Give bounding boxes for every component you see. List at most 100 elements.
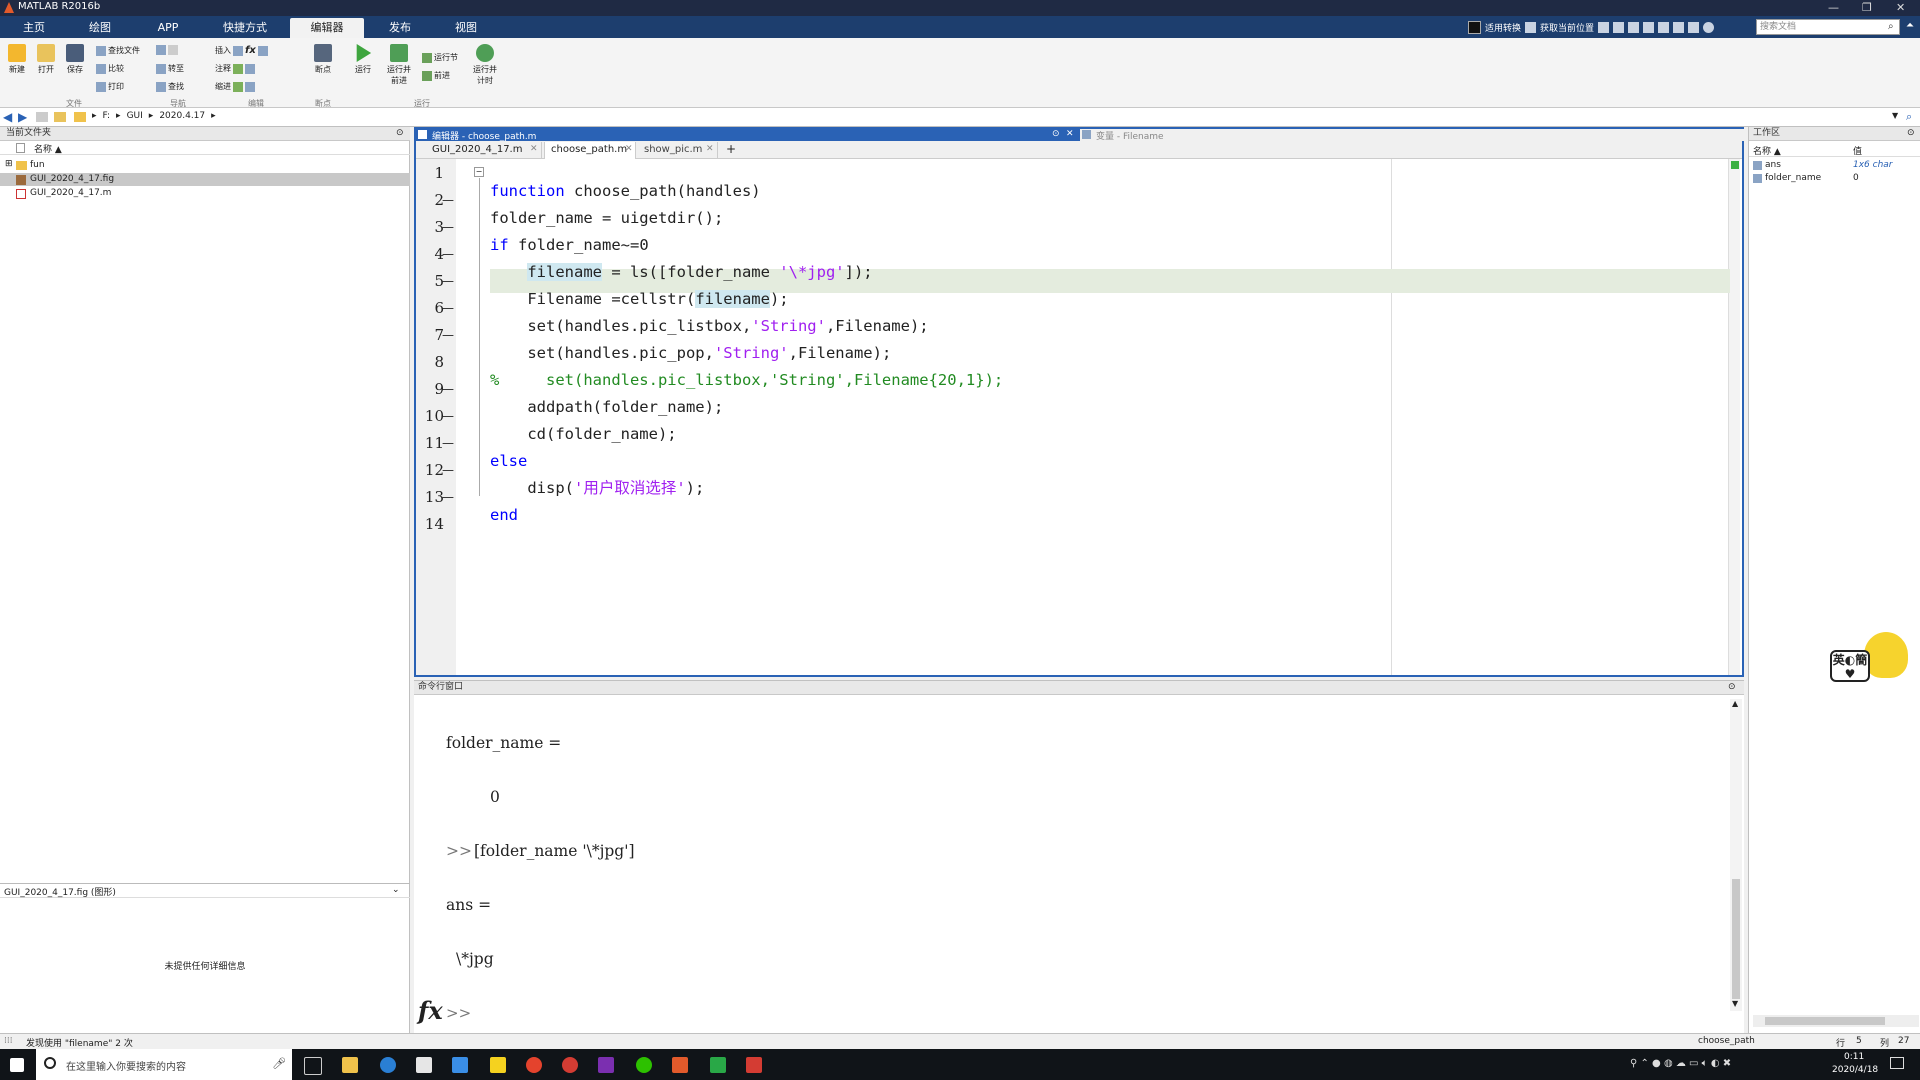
- breadcrumb-date-folder[interactable]: 2020.4.17: [159, 111, 205, 121]
- address-search-icon[interactable]: ⌕: [1906, 110, 1912, 124]
- save-button[interactable]: 保存: [64, 44, 86, 75]
- command-prompt[interactable]: >>: [446, 1004, 471, 1022]
- taskbar-search[interactable]: 在这里输入你要搜索的内容 🎤︎: [36, 1049, 292, 1080]
- find-button[interactable]: 查找: [156, 81, 184, 92]
- breakpoint-dash[interactable]: —: [442, 215, 454, 239]
- breakpoint-dash[interactable]: —: [442, 458, 454, 482]
- camtasia-icon[interactable]: [710, 1057, 726, 1073]
- workspace-name-column[interactable]: 名称 ▲: [1753, 144, 1781, 157]
- list-item[interactable]: GUI_2020_4_17.fig: [0, 173, 410, 186]
- file-item-fig[interactable]: GUI_2020_4_17.fig: [30, 174, 114, 184]
- breadcrumb-drive[interactable]: F:: [103, 111, 111, 121]
- variables-tab[interactable]: 变量 - Filename: [1080, 129, 1744, 142]
- run-button[interactable]: 运行: [352, 44, 374, 75]
- chrome-icon[interactable]: [526, 1057, 542, 1073]
- goto-button[interactable]: 转至: [156, 63, 184, 74]
- browse-icon[interactable]: [54, 112, 66, 122]
- editor-tab-choose-path[interactable]: choose_path.m ✕: [544, 142, 636, 159]
- table-row[interactable]: ans 1x6 char: [1749, 160, 1920, 172]
- save-icon[interactable]: [1613, 21, 1625, 33]
- back-forward-button[interactable]: [156, 45, 178, 55]
- edge-icon[interactable]: [380, 1057, 396, 1073]
- workspace-hscrollbar[interactable]: [1753, 1015, 1919, 1027]
- paste-icon[interactable]: [1643, 21, 1655, 33]
- details-selector[interactable]: GUI_2020_4_17.fig (图形) ⌄: [0, 883, 410, 898]
- comment-button[interactable]: 注释: [215, 63, 255, 74]
- notification-icon[interactable]: [1890, 1057, 1904, 1069]
- fx-icon[interactable]: fx: [418, 996, 443, 1025]
- scroll-thumb[interactable]: [1765, 1017, 1885, 1025]
- tab-close-icon[interactable]: ✕: [530, 144, 538, 154]
- address-dropdown-icon[interactable]: ▼: [1892, 111, 1898, 120]
- onenote-icon[interactable]: [598, 1057, 614, 1073]
- location-icon[interactable]: [1525, 21, 1537, 33]
- task-view-icon[interactable]: [304, 1057, 322, 1075]
- file-explorer-icon[interactable]: [342, 1057, 358, 1073]
- store-icon[interactable]: [416, 1057, 432, 1073]
- switch-windows-icon[interactable]: [1688, 21, 1700, 33]
- undo-icon[interactable]: [1658, 21, 1670, 33]
- breakpoint-dash[interactable]: —: [442, 188, 454, 212]
- panel-menu-icon[interactable]: ⊙: [1907, 128, 1915, 138]
- mail-icon[interactable]: [452, 1057, 468, 1073]
- tab-close-icon[interactable]: ✕: [706, 144, 714, 154]
- name-column-header[interactable]: 名称 ▲: [34, 142, 62, 155]
- breakpoint-dash[interactable]: —: [442, 296, 454, 320]
- open-button[interactable]: 打开: [35, 44, 57, 75]
- breakpoint-dash[interactable]: —: [442, 269, 454, 293]
- breakpoints-button[interactable]: 断点: [312, 44, 334, 75]
- wechat-icon[interactable]: [636, 1057, 652, 1073]
- folder-item-fun[interactable]: fun: [30, 160, 45, 170]
- code-fold-icon[interactable]: −: [474, 167, 484, 177]
- workspace-value-column[interactable]: 值: [1853, 144, 1862, 157]
- insert-button[interactable]: 插入 fx: [215, 45, 268, 56]
- breakpoint-dash[interactable]: —: [442, 323, 454, 347]
- close-button[interactable]: ✕: [1896, 1, 1905, 14]
- editor-menu-icon[interactable]: ⊙: [1052, 129, 1060, 139]
- netease-music-icon[interactable]: [562, 1057, 578, 1073]
- new-button[interactable]: 新建: [6, 44, 28, 75]
- run-and-time-button[interactable]: 运行并计时: [472, 44, 498, 86]
- compare-button[interactable]: 比较: [96, 63, 124, 74]
- scroll-up-icon[interactable]: ▲: [1732, 699, 1738, 708]
- editor-close-icon[interactable]: ✕: [1066, 129, 1074, 139]
- microphone-icon[interactable]: 🎤︎: [272, 1057, 286, 1070]
- print-button[interactable]: 打印: [96, 81, 124, 92]
- scroll-thumb[interactable]: [1732, 879, 1740, 999]
- run-section-button[interactable]: 运行节: [422, 52, 458, 63]
- code-area[interactable]: function choose_path(handles) folder_name…: [490, 161, 1390, 575]
- chevron-down-icon[interactable]: ⌄: [392, 885, 400, 895]
- up-folder-icon[interactable]: [36, 112, 48, 122]
- clock-time[interactable]: 0:11: [1844, 1052, 1864, 1062]
- tab-close-icon[interactable]: ✕: [625, 144, 633, 154]
- tab-plots[interactable]: 绘图: [76, 18, 124, 38]
- list-item[interactable]: ⊞ fun: [0, 159, 410, 172]
- copy-icon[interactable]: [1628, 21, 1640, 33]
- matlab-taskbar-icon[interactable]: [672, 1057, 688, 1073]
- breakpoint-dash[interactable]: —: [442, 431, 454, 455]
- forward-icon[interactable]: ▶: [18, 110, 27, 124]
- redo-icon[interactable]: [1673, 21, 1685, 33]
- breadcrumb-gui[interactable]: GUI: [127, 111, 143, 121]
- run-advance-button[interactable]: 运行并前进: [386, 44, 412, 86]
- windows-start-icon[interactable]: [10, 1058, 24, 1072]
- breakpoint-dash[interactable]: —: [442, 485, 454, 509]
- tab-shortcuts[interactable]: 快捷方式: [214, 18, 276, 38]
- editor-tab-gui[interactable]: GUI_2020_4_17.m ✕: [426, 142, 542, 159]
- collapse-ribbon-icon[interactable]: ⏶: [1906, 20, 1914, 31]
- breakpoint-dash[interactable]: —: [442, 404, 454, 428]
- maximize-button[interactable]: ❐: [1862, 1, 1872, 14]
- minimize-button[interactable]: —: [1828, 1, 1839, 14]
- indent-button[interactable]: 缩进: [215, 81, 255, 92]
- tray-icons[interactable]: ⚲ ⌃ ● ◍ ☁ ▭ 🔈︎ ◐ ✖: [1630, 1058, 1731, 1069]
- back-icon[interactable]: ◀: [3, 110, 12, 124]
- convert-icon[interactable]: [1468, 20, 1481, 34]
- tab-editor[interactable]: 编辑器: [290, 18, 364, 38]
- file-item-m[interactable]: GUI_2020_4_17.m: [30, 188, 111, 198]
- command-scrollbar[interactable]: ▲ ▼: [1730, 699, 1742, 1011]
- help-icon[interactable]: [1703, 21, 1715, 33]
- editor-tab-show-pic[interactable]: show_pic.m ✕: [638, 142, 718, 159]
- tab-view[interactable]: 视图: [442, 18, 490, 38]
- panel-menu-icon[interactable]: ⊙: [396, 128, 404, 138]
- search-docs-input[interactable]: 搜索文档: [1756, 19, 1900, 35]
